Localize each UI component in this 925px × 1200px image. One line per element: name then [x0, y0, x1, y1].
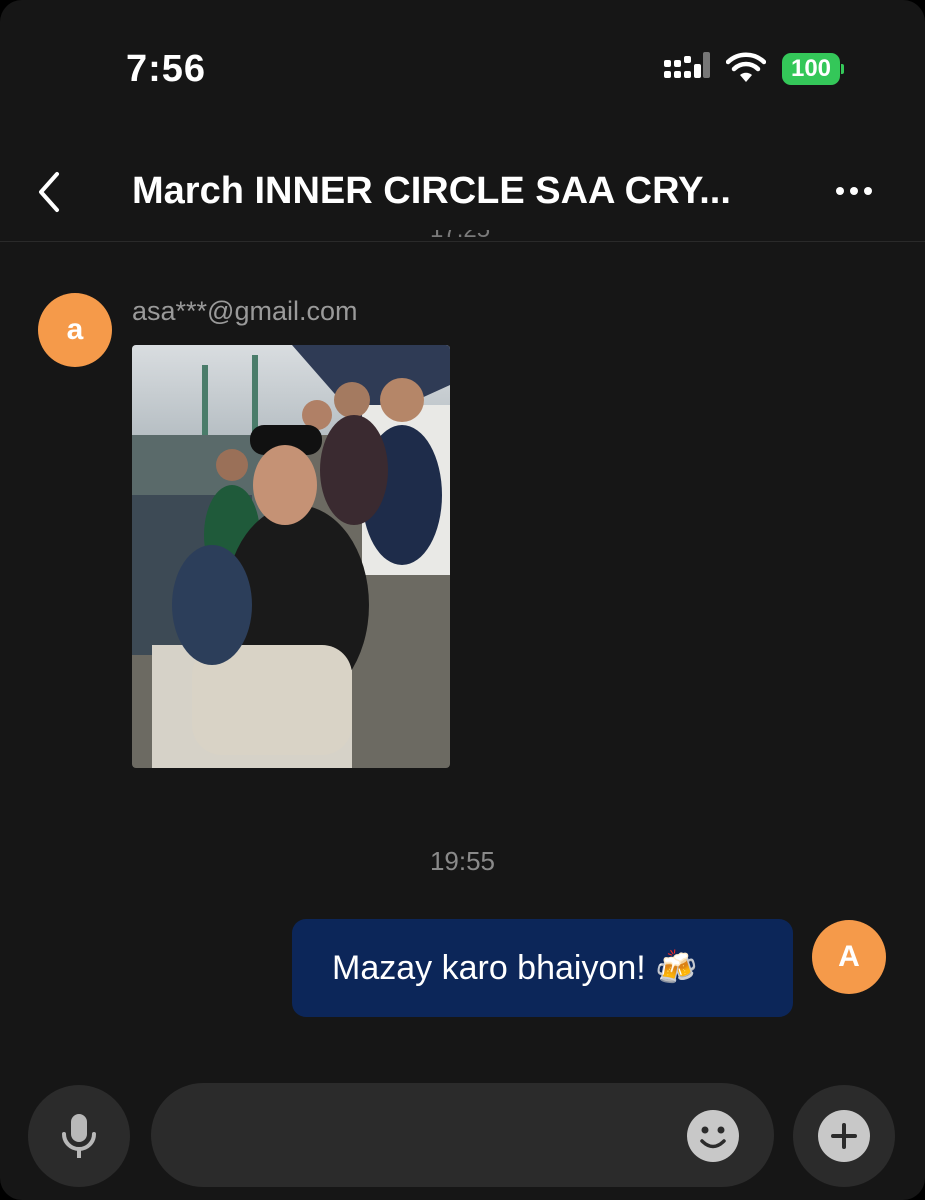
chat-title: March INNER CIRCLE SAA CRY... [132, 170, 731, 212]
sender-avatar[interactable]: a [38, 293, 112, 367]
more-horizontal-icon [836, 187, 872, 195]
wifi-icon [726, 52, 766, 82]
more-options-button[interactable] [832, 176, 876, 206]
message-input[interactable] [181, 1083, 691, 1187]
stadium-photo-image [132, 345, 450, 768]
status-time: 7:56 [126, 48, 207, 90]
chevron-left-icon [39, 172, 59, 212]
voice-message-button[interactable] [28, 1085, 130, 1187]
signal-icon [664, 52, 710, 78]
back-button[interactable] [28, 168, 68, 216]
chat-header: March INNER CIRCLE SAA CRY... [0, 140, 925, 242]
battery-level: 100 [790, 55, 832, 82]
battery-icon: 100 [782, 53, 844, 85]
message-input-container[interactable] [151, 1083, 774, 1187]
smiley-icon[interactable] [686, 1109, 740, 1163]
partial-timestamp: 17:25 [0, 230, 925, 244]
sender-name: asa***@gmail.com [132, 296, 358, 326]
microphone-icon [62, 1114, 96, 1158]
plus-circle-icon [818, 1110, 870, 1162]
photo-attachment[interactable] [132, 345, 450, 768]
outgoing-message-bubble[interactable]: Mazay karo bhaiyon! 🍻 [292, 919, 793, 1017]
message-timestamp: 19:55 [429, 846, 496, 876]
my-avatar[interactable]: A [812, 920, 886, 994]
chat-screen: 7:56 100 March INNER CIRCLE SAA CRY... a… [0, 0, 925, 1200]
add-attachment-button[interactable] [793, 1085, 895, 1187]
